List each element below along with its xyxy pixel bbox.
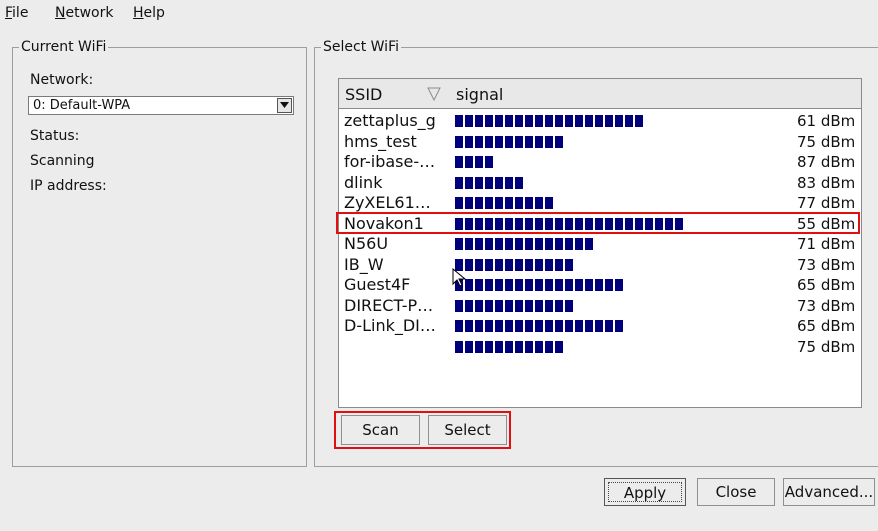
network-row[interactable]: zettaplus_g 61 dBm <box>339 111 861 131</box>
menu-help[interactable]: Help <box>133 5 165 21</box>
current-wifi-legend: Current WiFi <box>21 39 107 55</box>
signal-bars <box>455 135 565 148</box>
signal-bars <box>455 115 645 127</box>
network-combo-value: 0: Default-WPA <box>33 98 131 113</box>
network-row[interactable]: D-Link_DI… 65 dBm <box>339 316 861 336</box>
ip-address-label: IP address: <box>30 178 107 194</box>
network-ssid: ZyXEL61… <box>344 194 431 212</box>
network-row[interactable]: DIRECT-P… 73 dBm <box>339 296 861 316</box>
signal-dbm: 75 dBm <box>797 132 856 151</box>
signal-dbm: 77 dBm <box>797 194 856 212</box>
status-label: Status: <box>30 128 80 144</box>
network-ssid: N56U <box>344 235 389 253</box>
signal-dbm: 65 dBm <box>797 276 856 294</box>
network-list[interactable]: SSID signal zettaplus_g 61 dBm hms_test 75 … <box>338 78 862 408</box>
network-row[interactable]: Guest4F 65 dBm <box>339 275 861 295</box>
signal-dbm: 73 dBm <box>797 296 856 315</box>
network-ssid: for-ibase-… <box>344 153 436 171</box>
signal-dbm: 55 dBm <box>797 214 856 233</box>
status-value: Scanning <box>30 153 95 169</box>
signal-bars <box>455 176 525 189</box>
network-ssid: hms_test <box>344 132 417 151</box>
signal-bars <box>455 299 575 312</box>
signal-dbm: 65 dBm <box>797 317 856 335</box>
scan-button[interactable]: Scan <box>341 415 420 445</box>
network-row[interactable]: 75 dBm <box>339 337 861 357</box>
signal-bars <box>455 340 565 353</box>
signal-dbm: 71 dBm <box>797 235 856 253</box>
combo-dropdown-icon[interactable] <box>277 98 292 113</box>
network-row[interactable]: dlink 83 dBm <box>339 173 861 193</box>
close-button[interactable]: Close <box>697 478 775 506</box>
network-ssid: Guest4F <box>344 276 411 294</box>
column-header-signal[interactable]: signal <box>450 79 861 109</box>
signal-bars <box>455 258 575 271</box>
network-ssid: zettaplus_g <box>344 112 436 130</box>
signal-bars <box>455 156 495 168</box>
signal-bars <box>455 279 625 291</box>
signal-dbm: 83 dBm <box>797 173 856 192</box>
select-wifi-legend: Select WiFi <box>323 39 399 55</box>
network-row[interactable]: ZyXEL61… 77 dBm <box>339 193 861 213</box>
signal-dbm: 61 dBm <box>797 112 856 130</box>
network-row[interactable]: hms_test 75 dBm <box>339 132 861 152</box>
network-combo[interactable]: 0: Default-WPA <box>28 96 294 115</box>
network-ssid: IB_W <box>344 255 384 274</box>
network-row[interactable]: N56U 71 dBm <box>339 234 861 254</box>
signal-dbm: 75 dBm <box>797 337 856 356</box>
menu-network[interactable]: Network <box>55 5 113 21</box>
network-ssid: Novakon1 <box>344 214 424 233</box>
network-row[interactable]: IB_W 73 dBm <box>339 255 861 275</box>
network-ssid: dlink <box>344 173 383 192</box>
column-header-ssid[interactable]: SSID <box>339 79 451 109</box>
network-label: Network: <box>30 72 94 88</box>
signal-dbm: 73 dBm <box>797 255 856 274</box>
signal-bars <box>455 217 685 230</box>
network-ssid: DIRECT-P… <box>344 296 434 315</box>
signal-bars <box>455 197 555 209</box>
advanced-button[interactable]: Advanced... <box>783 478 875 506</box>
signal-bars <box>455 320 625 332</box>
column-header-signal-label: signal <box>456 85 504 104</box>
network-row[interactable]: for-ibase-… 87 dBm <box>339 152 861 172</box>
column-header-ssid-label: SSID <box>345 85 383 104</box>
select-button[interactable]: Select <box>428 415 507 445</box>
sort-indicator-icon <box>427 87 441 101</box>
apply-button-label: Apply <box>608 482 682 502</box>
apply-button[interactable]: Apply <box>604 478 686 506</box>
signal-dbm: 87 dBm <box>797 153 856 171</box>
menu-file[interactable]: File <box>5 5 28 21</box>
network-ssid: D-Link_DI… <box>344 317 436 335</box>
network-row[interactable]: Novakon1 55 dBm <box>339 214 861 234</box>
signal-bars <box>455 238 595 250</box>
menu-bar: File Network Help <box>0 0 878 26</box>
